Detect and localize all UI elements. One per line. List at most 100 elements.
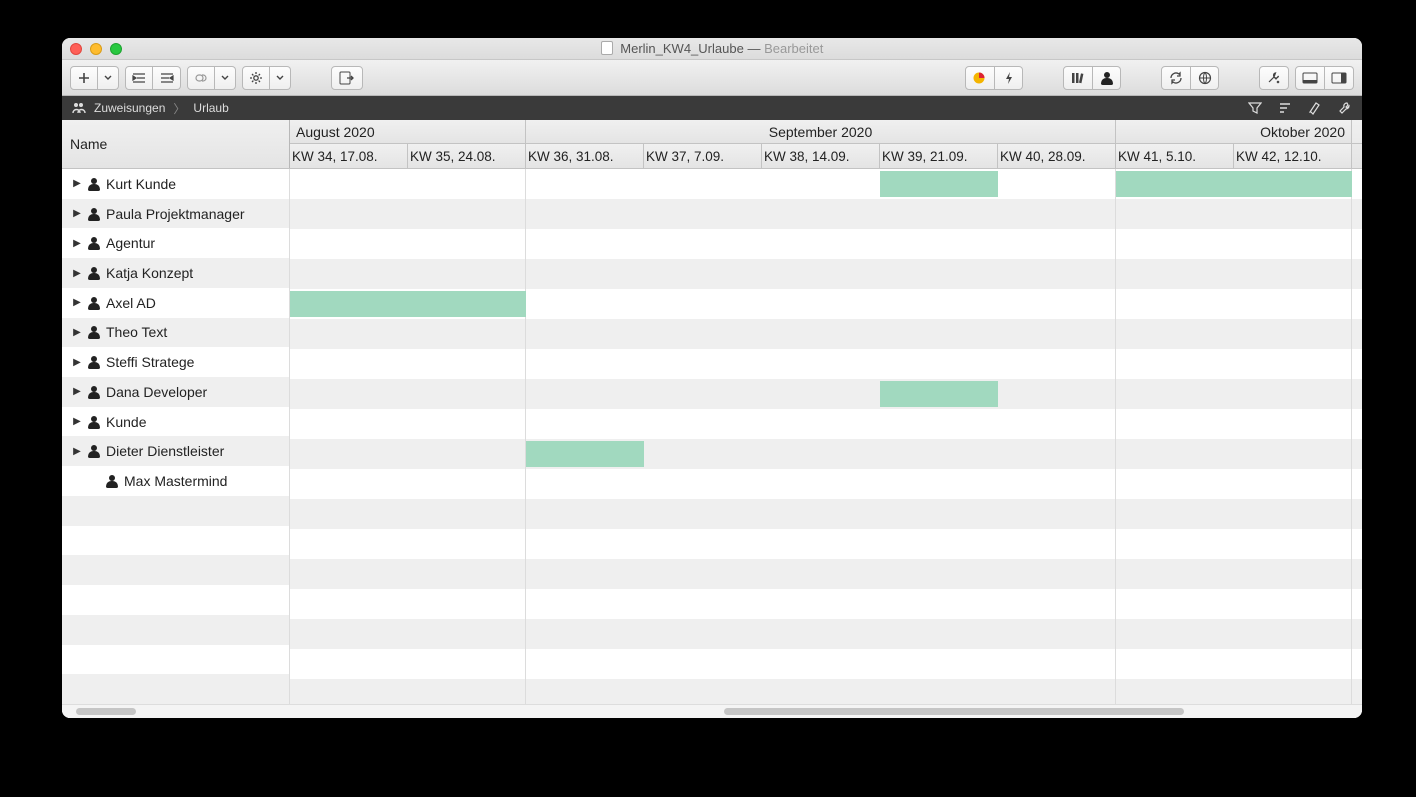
publish-button[interactable] <box>1191 66 1219 90</box>
filter-icon[interactable] <box>1248 101 1262 115</box>
resource-name: Steffi Stratege <box>106 354 194 370</box>
window-title: Merlin_KW4_Urlaube — Bearbeitet <box>62 41 1362 56</box>
link-button[interactable] <box>187 66 215 90</box>
week-header[interactable]: KW 39, 21.09. <box>880 144 998 168</box>
titlebar[interactable]: Merlin_KW4_Urlaube — Bearbeitet <box>62 38 1362 60</box>
breadcrumb-assignments[interactable]: Zuweisungen <box>94 101 165 115</box>
highlight-icon[interactable] <box>1308 101 1322 115</box>
week-header[interactable]: KW 38, 14.09. <box>762 144 880 168</box>
content-area: Name August 2020September 2020Oktober 20… <box>62 120 1362 718</box>
add-button[interactable] <box>70 66 98 90</box>
vacation-bar[interactable] <box>880 171 998 197</box>
resource-row[interactable] <box>62 526 289 556</box>
person-icon <box>88 267 100 279</box>
minimize-button[interactable] <box>90 43 102 55</box>
week-header[interactable]: KW 42, 12.10. <box>1234 144 1352 168</box>
person-icon <box>88 386 100 398</box>
settings-button[interactable] <box>242 66 270 90</box>
panel-bottom-icon <box>1302 72 1318 84</box>
week-header[interactable]: KW 40, 28.09. <box>998 144 1116 168</box>
disclosure-triangle-icon[interactable]: ▶ <box>72 416 82 427</box>
person-icon <box>88 178 100 190</box>
resource-name: Kunde <box>106 414 146 430</box>
resource-row[interactable]: ▶ Paula Projektmanager <box>62 199 289 229</box>
panel-right-button[interactable] <box>1325 66 1354 90</box>
disclosure-triangle-icon[interactable]: ▶ <box>72 386 82 397</box>
resource-row[interactable]: ▶ Kunde <box>62 407 289 437</box>
settings-dropdown[interactable] <box>270 66 291 90</box>
week-header[interactable]: KW 35, 24.08. <box>408 144 526 168</box>
resource-name: Kurt Kunde <box>106 176 176 192</box>
disclosure-triangle-icon[interactable]: ▶ <box>72 238 82 249</box>
gantt-row <box>290 649 1362 679</box>
disclosure-triangle-icon[interactable]: ▶ <box>72 327 82 338</box>
resource-row[interactable] <box>62 585 289 615</box>
timeline-header: August 2020September 2020Oktober 2020 KW… <box>290 120 1362 168</box>
gantt-area[interactable] <box>290 169 1362 704</box>
resource-row[interactable]: ▶Max Mastermind <box>62 466 289 496</box>
add-dropdown[interactable] <box>98 66 119 90</box>
month-header[interactable]: Oktober 2020 <box>1116 120 1352 143</box>
close-button[interactable] <box>70 43 82 55</box>
week-header[interactable]: KW 37, 7.09. <box>644 144 762 168</box>
zoom-button[interactable] <box>110 43 122 55</box>
resource-row[interactable] <box>62 496 289 526</box>
week-header[interactable]: KW 41, 5.10. <box>1116 144 1234 168</box>
resources-button[interactable] <box>1093 66 1121 90</box>
disclosure-triangle-icon[interactable]: ▶ <box>72 178 82 189</box>
vacation-bar[interactable] <box>880 381 998 407</box>
disclosure-triangle-icon[interactable]: ▶ <box>72 268 82 279</box>
sort-icon[interactable] <box>1278 101 1292 115</box>
disclosure-triangle-icon[interactable]: ▶ <box>72 446 82 457</box>
sync-button[interactable] <box>1161 66 1191 90</box>
goto-icon <box>339 71 355 85</box>
indent-button[interactable] <box>125 66 153 90</box>
week-header[interactable]: KW 34, 17.08. <box>290 144 408 168</box>
resource-row[interactable] <box>62 615 289 645</box>
resource-row[interactable]: ▶ Kurt Kunde <box>62 169 289 199</box>
resource-row[interactable]: ▶Dieter Dienstleister <box>62 436 289 466</box>
resource-row[interactable]: ▶Dana Developer <box>62 377 289 407</box>
gantt-row <box>290 619 1362 649</box>
breadcrumb-urlaub[interactable]: Urlaub <box>193 101 228 115</box>
gantt-row <box>290 589 1362 619</box>
disclosure-triangle-icon[interactable]: ▶ <box>72 297 82 308</box>
vacation-bar[interactable] <box>526 441 644 467</box>
warnings-button[interactable] <box>965 66 995 90</box>
vacation-bar[interactable] <box>290 291 526 317</box>
disclosure-triangle-icon[interactable]: ▶ <box>72 208 82 219</box>
goto-button[interactable] <box>331 66 363 90</box>
gantt-row <box>290 439 1362 469</box>
outdent-button[interactable] <box>153 66 181 90</box>
resource-name: Paula Projektmanager <box>106 206 245 222</box>
resource-row[interactable] <box>62 555 289 585</box>
column-header-name[interactable]: Name <box>62 120 289 168</box>
month-header[interactable]: August 2020 <box>290 120 526 143</box>
gantt-row <box>290 379 1362 409</box>
resource-row[interactable]: ▶Theo Text <box>62 318 289 348</box>
tools-icon <box>1266 71 1282 85</box>
person-icon <box>88 208 100 220</box>
panel-left-button[interactable] <box>1295 66 1325 90</box>
assignments-icon <box>72 101 86 115</box>
hscroll-right-thumb[interactable] <box>724 708 1184 715</box>
month-header[interactable]: September 2020 <box>526 120 1116 143</box>
resource-row[interactable]: ▶ Steffi Stratege <box>62 347 289 377</box>
chevron-down-icon <box>221 75 229 81</box>
critical-path-button[interactable] <box>995 66 1023 90</box>
globe-icon <box>1198 71 1212 85</box>
resource-row[interactable] <box>62 674 289 704</box>
title-separator: — <box>747 41 764 56</box>
tools-button[interactable] <box>1259 66 1289 90</box>
resource-row[interactable]: ▶Axel AD <box>62 288 289 318</box>
wrench-icon[interactable] <box>1338 101 1352 115</box>
week-header[interactable]: KW 36, 31.08. <box>526 144 644 168</box>
resource-row[interactable] <box>62 645 289 675</box>
resource-row[interactable]: ▶Katja Konzept <box>62 258 289 288</box>
hscroll-left-thumb[interactable] <box>76 708 136 715</box>
vacation-bar[interactable] <box>1116 171 1352 197</box>
disclosure-triangle-icon[interactable]: ▶ <box>72 357 82 368</box>
link-dropdown[interactable] <box>215 66 236 90</box>
library-button[interactable] <box>1063 66 1093 90</box>
resource-row[interactable]: ▶Agentur <box>62 228 289 258</box>
